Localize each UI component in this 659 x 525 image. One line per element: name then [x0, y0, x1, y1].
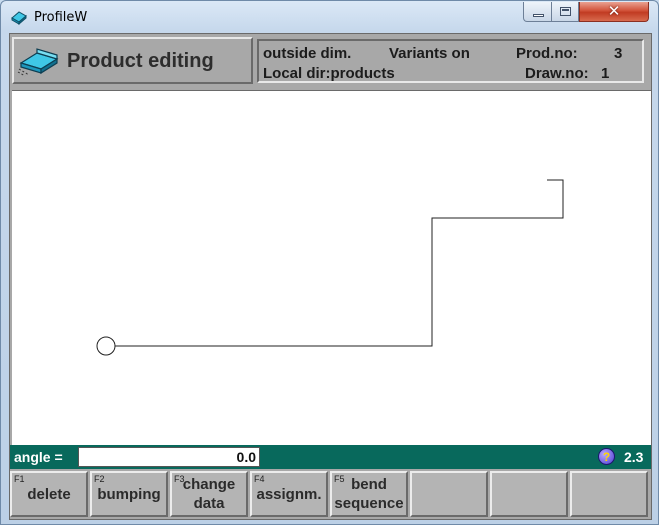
- fkey-number: F4: [254, 474, 265, 484]
- app-window: ProfileW ✕ Product editing outside dim. …: [0, 0, 659, 525]
- prod-no-value: 3: [614, 45, 623, 62]
- profile-icon: [11, 11, 27, 25]
- minimize-icon: [533, 14, 544, 17]
- f7-empty-button[interactable]: [490, 471, 568, 517]
- fkey-number: F1: [14, 474, 25, 484]
- fkey-label: assignm.: [256, 486, 322, 503]
- minimize-button[interactable]: [523, 2, 552, 22]
- version-number: 2.3: [624, 449, 644, 465]
- profile-drawing: [96, 179, 564, 356]
- input-bar: angle = 0.0 ? 2.3: [10, 445, 651, 469]
- header-title-panel: Product editing: [12, 37, 253, 84]
- start-point-marker[interactable]: [96, 336, 116, 356]
- f1-delete-button[interactable]: F1 delete: [10, 471, 88, 517]
- angle-input[interactable]: 0.0: [78, 447, 260, 467]
- draw-no-value: 1: [601, 65, 610, 82]
- draw-no-label: Draw.no:: [525, 65, 589, 82]
- title-bar[interactable]: ProfileW ✕: [1, 1, 658, 33]
- maximize-icon: [560, 7, 571, 16]
- fkey-label: delete: [27, 486, 71, 503]
- fkey-label: change data: [182, 476, 236, 512]
- fkey-number: F2: [94, 474, 105, 484]
- dimension-mode: outside dim.: [263, 45, 352, 62]
- f8-empty-button[interactable]: [570, 471, 648, 517]
- f3-change-data-button[interactable]: F3 change data: [170, 471, 248, 517]
- f6-empty-button[interactable]: [410, 471, 488, 517]
- close-icon: ✕: [607, 2, 621, 20]
- header-info-panel: outside dim. Variants on Prod.no: 3 Loca…: [257, 39, 644, 83]
- variants-status: Variants on: [389, 45, 470, 62]
- close-button[interactable]: ✕: [579, 2, 649, 22]
- client-area: Product editing outside dim. Variants on…: [9, 33, 652, 520]
- help-icon[interactable]: ?: [598, 448, 615, 465]
- function-key-bar: F1 delete F2 bumping F3 change data F4 as…: [10, 471, 651, 519]
- f2-bumping-button[interactable]: F2 bumping: [90, 471, 168, 517]
- local-dir: Local dir:products: [263, 65, 395, 82]
- window-title: ProfileW: [34, 10, 88, 25]
- profile-line[interactable]: [115, 179, 564, 347]
- maximize-button[interactable]: [552, 2, 579, 22]
- f4-assignment-button[interactable]: F4 assignm.: [250, 471, 328, 517]
- angle-label: angle =: [14, 449, 63, 465]
- drawing-canvas[interactable]: [12, 90, 651, 445]
- fkey-label: bumping: [97, 486, 161, 503]
- page-title: Product editing: [67, 50, 214, 72]
- f5-bend-sequence-button[interactable]: F5 bend sequence: [330, 471, 408, 517]
- sheet-metal-part-icon: [17, 48, 59, 77]
- fkey-label: bend sequence: [334, 476, 404, 512]
- prod-no-label: Prod.no:: [516, 45, 578, 62]
